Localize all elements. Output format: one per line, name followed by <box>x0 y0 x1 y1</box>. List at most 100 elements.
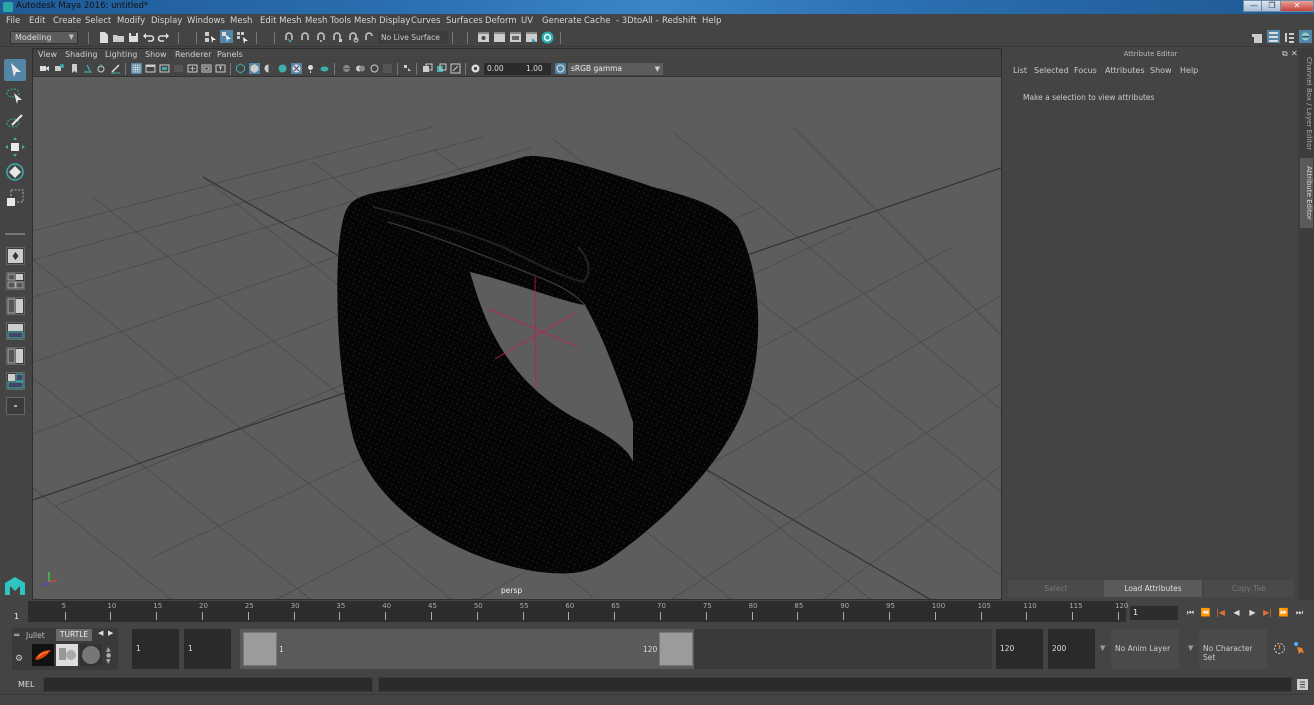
tool-settings-icon[interactable] <box>1283 31 1296 44</box>
ae-select-button[interactable]: Select <box>1008 580 1104 597</box>
snap-to-point-icon[interactable] <box>315 31 328 44</box>
scale-tool[interactable] <box>4 187 26 209</box>
animation-preferences-icon[interactable] <box>1292 641 1306 655</box>
snap-to-grid-icon[interactable] <box>283 31 296 44</box>
lasso-tool[interactable] <box>4 85 26 107</box>
resolution-gate-icon[interactable] <box>159 63 170 74</box>
gamma-field[interactable]: 1.00 <box>523 63 551 75</box>
current-frame-field[interactable]: 1 <box>1130 606 1178 620</box>
ae-menu-help[interactable]: Help <box>1180 66 1198 75</box>
paint-select-tool[interactable] <box>4 111 26 133</box>
channel-box-toggle-icon[interactable] <box>1299 30 1312 43</box>
menu-mesh[interactable]: Mesh <box>230 16 252 26</box>
ipr-render-icon[interactable] <box>509 31 522 44</box>
snap-to-curve-icon[interactable] <box>299 31 312 44</box>
render-view-icon[interactable] <box>525 31 538 44</box>
menu-select[interactable]: Select <box>85 16 111 26</box>
shadows-icon[interactable] <box>305 63 316 74</box>
menu-edit[interactable]: Edit <box>29 16 45 26</box>
textured-icon[interactable] <box>277 63 288 74</box>
wireframe-icon[interactable] <box>235 63 246 74</box>
depth-of-field-icon[interactable] <box>369 63 380 74</box>
xray-icon[interactable] <box>402 63 413 74</box>
mel-command-input[interactable] <box>43 677 373 692</box>
menu-create[interactable]: Create <box>53 16 81 26</box>
new-scene-icon[interactable] <box>97 31 110 44</box>
vp-menu-renderer[interactable]: Renderer <box>175 50 212 59</box>
vp-menu-panels[interactable]: Panels <box>217 50 243 59</box>
select-by-hierarchy-icon[interactable] <box>204 31 217 44</box>
shelf-scroll-left-icon[interactable]: ◀ <box>98 629 103 637</box>
menu-windows[interactable]: Windows <box>187 16 225 26</box>
image-plane-icon[interactable] <box>82 63 93 74</box>
layout-custom[interactable] <box>6 397 25 415</box>
menu-curves[interactable]: Curves <box>411 16 441 26</box>
select-tool[interactable] <box>4 59 26 81</box>
turtle-sphere-icon[interactable] <box>80 644 102 666</box>
playback-start-field[interactable]: 1 <box>184 629 231 669</box>
menu-mesh-tools[interactable]: Mesh Tools <box>305 16 351 26</box>
field-chart-icon[interactable] <box>187 63 198 74</box>
time-slider-track[interactable] <box>28 601 1126 622</box>
shelf-tab-turtle[interactable]: TURTLE <box>56 629 92 641</box>
start-time-field[interactable]: 1 <box>132 629 179 669</box>
layout-single-perspective[interactable] <box>6 247 25 265</box>
safe-title-icon[interactable] <box>215 63 226 74</box>
default-material-icon[interactable] <box>263 63 274 74</box>
range-start-handle[interactable] <box>243 632 277 666</box>
rotate-tool[interactable] <box>4 161 26 183</box>
viewport-canvas[interactable] <box>33 77 1002 600</box>
go-to-start-button[interactable]: ⏮ <box>1184 606 1197 619</box>
turtle-render-icon[interactable] <box>32 644 54 666</box>
shelf-menu-icon[interactable]: ═ <box>14 631 19 641</box>
undo-icon[interactable] <box>142 31 155 44</box>
ae-menu-attributes[interactable]: Attributes <box>1105 66 1145 75</box>
auto-key-icon[interactable] <box>1273 642 1286 655</box>
range-slider-active[interactable] <box>240 629 694 669</box>
anim-layer-dropdown[interactable]: No Anim Layer <box>1111 629 1179 669</box>
layout-four-view[interactable] <box>6 272 25 290</box>
ae-copy-tab-button[interactable]: Copy Tab <box>1204 580 1294 597</box>
layout-outliner-persp[interactable] <box>6 347 25 365</box>
gate-mask-icon[interactable] <box>173 63 184 74</box>
menu-mesh-display[interactable]: Mesh Display <box>354 16 410 26</box>
layout-persp-hypershade[interactable] <box>6 372 25 390</box>
ae-menu-list[interactable]: List <box>1013 66 1027 75</box>
make-live-icon[interactable] <box>363 31 376 44</box>
layout-two-side-by-side[interactable] <box>6 297 25 315</box>
camera-attributes-icon[interactable] <box>54 63 65 74</box>
grid-toggle-icon[interactable] <box>131 63 142 74</box>
grease-pencil-icon[interactable] <box>110 63 121 74</box>
snap-to-view-plane-icon[interactable] <box>331 31 344 44</box>
menu-file[interactable]: File <box>6 16 20 26</box>
film-gate-icon[interactable] <box>145 63 156 74</box>
multisample-aa-icon[interactable] <box>355 63 366 74</box>
menu-generate[interactable]: Generate <box>542 16 582 26</box>
range-end-handle[interactable] <box>659 632 693 666</box>
play-backwards-button[interactable]: ◀ <box>1230 606 1243 619</box>
scene-view[interactable] <box>33 77 1002 600</box>
screen-space-ao-icon[interactable] <box>319 63 330 74</box>
menu-cache[interactable]: Cache <box>584 16 610 26</box>
vp-menu-shading[interactable]: Shading <box>65 50 98 59</box>
go-to-end-button[interactable]: ⏭ <box>1293 606 1306 619</box>
shelf-scroll-stepper-icon[interactable]: ▲ ● ▼ <box>106 647 111 665</box>
vp-menu-view[interactable]: View <box>38 50 57 59</box>
menu-set-dropdown[interactable]: Modeling ▼ <box>10 31 78 44</box>
menu-redshift[interactable]: Redshift <box>662 16 697 26</box>
step-forward-frame-button[interactable]: ▶| <box>1261 606 1274 619</box>
live-surface-field[interactable]: No Live Surface <box>378 31 448 44</box>
motion-blur-icon[interactable] <box>341 63 352 74</box>
2d-pan-zoom-icon[interactable] <box>96 63 107 74</box>
ae-menu-focus[interactable]: Focus <box>1074 66 1097 75</box>
camera-select-icon[interactable] <box>39 63 50 74</box>
watch-band-model[interactable] <box>337 156 759 574</box>
command-language-toggle[interactable]: MEL <box>18 680 34 689</box>
render-frame-icon[interactable] <box>493 31 506 44</box>
menu-deform[interactable]: Deform <box>485 16 517 26</box>
character-set-dropdown[interactable]: No Character Set <box>1199 629 1267 669</box>
menu-3dtoall[interactable]: - 3DtoAll - <box>616 16 659 26</box>
shelf-tab-jullet[interactable]: Jullet <box>26 630 45 642</box>
save-scene-icon[interactable] <box>127 31 140 44</box>
playback-end-field[interactable]: 120 <box>996 629 1043 669</box>
